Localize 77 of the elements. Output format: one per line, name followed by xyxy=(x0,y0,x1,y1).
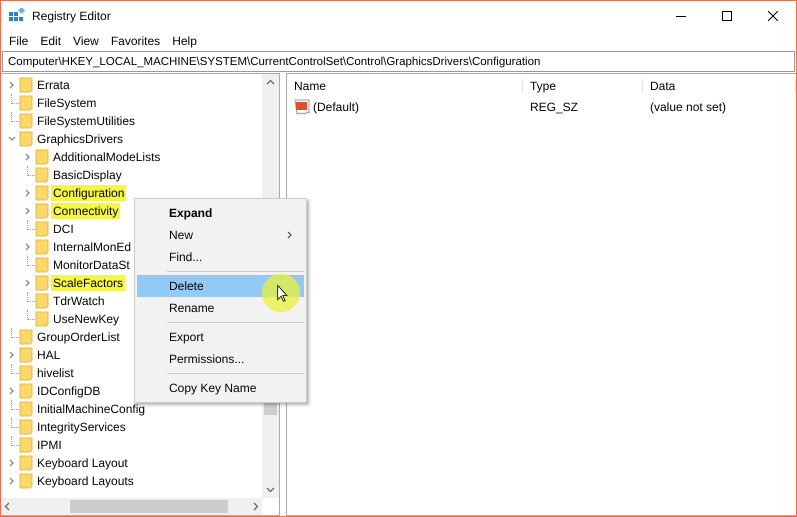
tree-item[interactable]: AdditionalModeLists xyxy=(51,149,162,165)
address-field[interactable]: Computer\HKEY_LOCAL_MACHINE\SYSTEM\CurrentControlSet\Control\GraphicsDrivers\Configuration xyxy=(2,51,795,72)
column-header[interactable]: Name xyxy=(287,79,523,93)
scroll-left-icon[interactable] xyxy=(4,502,10,511)
tree-item[interactable]: UseNewKey xyxy=(51,311,122,327)
folder-icon xyxy=(35,257,49,273)
folder-icon xyxy=(35,203,49,219)
menu-item[interactable]: Help xyxy=(166,34,203,48)
cursor-highlight-drawing xyxy=(261,273,301,313)
maximize-icon xyxy=(722,11,732,21)
folder-icon xyxy=(19,383,33,399)
tree-item[interactable]: Errata xyxy=(35,77,72,93)
scroll-down-icon[interactable] xyxy=(266,487,275,493)
folder-icon xyxy=(35,221,49,237)
folder-icon xyxy=(35,167,49,183)
folder-icon xyxy=(35,149,49,165)
scroll-right-icon[interactable] xyxy=(253,502,259,511)
tree-item[interactable]: Configuration xyxy=(51,185,126,201)
tree-item[interactable]: IntegrityServices xyxy=(35,419,128,435)
tree-item[interactable]: InternalMonEd xyxy=(51,239,134,255)
tree-item[interactable]: Connectivity xyxy=(51,203,120,219)
tree-item[interactable]: IDConfigDB xyxy=(35,383,102,399)
column-header[interactable]: Type xyxy=(523,79,643,93)
folder-icon xyxy=(19,365,33,381)
context-menu-item[interactable]: New xyxy=(137,224,304,246)
tree-item[interactable]: Keyboard Layout xyxy=(35,455,130,471)
menu-item[interactable]: File xyxy=(3,34,34,48)
folder-icon xyxy=(35,293,49,309)
tree-item[interactable]: hivelist xyxy=(35,365,76,381)
folder-icon xyxy=(19,455,33,471)
horizontal-scrollbar[interactable] xyxy=(1,498,262,515)
table-cell-text: REG_SZ xyxy=(529,100,580,114)
menu-item[interactable]: Edit xyxy=(34,34,68,48)
tree-item[interactable]: FileSystem xyxy=(35,95,98,111)
folder-icon xyxy=(19,95,33,111)
tree-item[interactable]: GroupOrderList xyxy=(35,329,122,345)
context-menu-item[interactable]: Permissions... xyxy=(137,348,304,370)
context-menu-item[interactable]: Expand xyxy=(137,202,304,224)
string-value-icon xyxy=(294,99,310,115)
table-cell: (Default) xyxy=(313,100,360,114)
tree-item[interactable]: InitialMachineConfig xyxy=(35,401,148,417)
context-menu-item[interactable]: Export xyxy=(137,326,304,348)
tree-item[interactable]: MonitorDataSt xyxy=(51,257,132,273)
tree-item[interactable]: FileSystemUtilities xyxy=(35,113,138,129)
scroll-up-icon[interactable] xyxy=(266,79,275,85)
folder-icon xyxy=(19,473,33,489)
folder-icon xyxy=(19,419,33,435)
menu-item[interactable]: Favorites xyxy=(104,34,166,48)
context-menu-item[interactable]: Copy Key Name xyxy=(137,377,304,399)
tree-item[interactable]: GraphicsDrivers xyxy=(35,131,126,147)
folder-icon xyxy=(35,239,49,255)
context-menu-item[interactable]: Rename xyxy=(137,297,304,319)
folder-icon xyxy=(19,77,33,93)
close-icon xyxy=(768,11,778,21)
folder-icon xyxy=(19,131,33,147)
folder-icon xyxy=(19,437,33,453)
tree-item[interactable]: BasicDisplay xyxy=(51,167,124,183)
tree-item[interactable]: IPMI xyxy=(35,437,64,453)
tree-item[interactable]: DCI xyxy=(51,221,76,237)
folder-icon xyxy=(19,401,33,417)
folder-icon xyxy=(19,329,33,345)
folder-icon xyxy=(19,347,33,363)
folder-icon xyxy=(19,113,33,129)
menu-item[interactable]: View xyxy=(67,34,105,48)
table-cell-text: (value not set) xyxy=(649,100,728,114)
folder-icon xyxy=(35,185,49,201)
tree-item[interactable]: TdrWatch xyxy=(51,293,107,309)
tree-item[interactable]: HAL xyxy=(35,347,62,363)
window-title: Registry Editor xyxy=(32,9,111,23)
scroll-thumb[interactable] xyxy=(70,500,228,513)
tree-item[interactable]: Keyboard Layouts xyxy=(35,473,136,489)
registry-app-icon xyxy=(9,8,25,24)
tree-item[interactable]: ScaleFactors xyxy=(51,275,126,291)
folder-icon xyxy=(35,311,49,327)
context-menu-item[interactable]: Find... xyxy=(137,246,304,268)
column-header[interactable]: Data xyxy=(643,79,796,93)
folder-icon xyxy=(35,275,49,291)
